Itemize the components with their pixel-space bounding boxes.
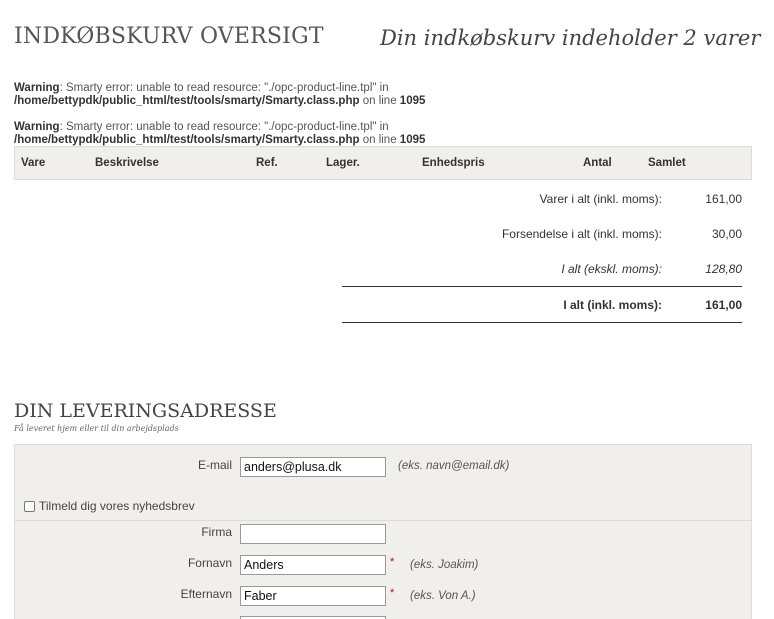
summary-divider: [342, 322, 742, 323]
column-header-samlet: Samlet: [648, 157, 686, 169]
summary-value: 161,00: [705, 192, 742, 206]
column-header-vare: Vare: [21, 157, 46, 169]
newsletter-checkbox[interactable]: [24, 500, 35, 512]
column-header-lager: Lager.: [326, 157, 360, 169]
summary-value: 30,00: [711, 227, 742, 241]
required-marker: *: [390, 556, 395, 568]
company-field[interactable]: [240, 524, 386, 544]
summary-label: I alt (inkl. moms):: [563, 298, 662, 312]
email-label: E-mail: [197, 458, 232, 472]
required-marker: *: [390, 587, 395, 599]
warning-text: : Smarty error: unable to read resource:…: [59, 121, 389, 133]
warning-label: Warning: [14, 121, 60, 133]
delivery-address-subtitle: Få leveret hjem eller til din arbejdspla…: [14, 424, 179, 433]
warning-text: : Smarty error: unable to read resource:…: [59, 82, 389, 94]
summary-label: I alt (ekskl. moms):: [561, 262, 662, 276]
summary-total-incl-vat: I alt (inkl. moms): 161,00: [342, 294, 742, 316]
column-header-beskrivelse: Beskrivelse: [95, 157, 159, 169]
cart-table-header: Vare Beskrivelse Ref. Lager. Enhedspris …: [14, 146, 752, 180]
summary-total-excl-vat: I alt (ekskl. moms): 128,80: [342, 258, 742, 280]
summary-label: Forsendelse i alt (inkl. moms):: [501, 227, 662, 241]
page-title: INDKØBSKURV OVERSIGT: [14, 24, 324, 49]
warning-message: Warning: Smarty error: unable to read re…: [14, 82, 425, 108]
delivery-address-title: DIN LEVERINGSADRESSE: [14, 400, 277, 422]
company-label: Firma: [201, 525, 232, 539]
email-field[interactable]: [240, 457, 386, 477]
cart-count-text: Din indkøbskurv indeholder 2 varer: [380, 26, 761, 50]
last-name-label: Efternavn: [180, 587, 232, 601]
warning-path: /home/bettypdk/public_html/test/tools/sm…: [14, 134, 360, 146]
column-header-antal: Antal: [583, 157, 612, 169]
summary-divider: [342, 286, 742, 287]
summary-value: 128,80: [705, 262, 742, 276]
warning-path: /home/bettypdk/public_html/test/tools/sm…: [14, 95, 360, 107]
newsletter-option[interactable]: Tilmeld dig vores nyhedsbrev: [24, 499, 195, 513]
warning-on-line: on line: [359, 134, 400, 146]
last-name-field[interactable]: [240, 586, 386, 606]
warning-line: 1095: [399, 134, 426, 146]
column-header-enhedspris: Enhedspris: [422, 157, 485, 169]
email-hint: (eks. navn@email.dk): [398, 460, 510, 472]
warning-on-line: on line: [359, 95, 400, 107]
warning-line: 1095: [399, 95, 426, 107]
summary-shipping-total: Forsendelse i alt (inkl. moms): 30,00: [342, 223, 742, 245]
newsletter-label: Tilmeld dig vores nyhedsbrev: [39, 499, 195, 513]
first-name-field[interactable]: [240, 555, 386, 575]
summary-value: 161,00: [705, 298, 742, 312]
summary-products-total: Varer i alt (inkl. moms): 161,00: [342, 188, 742, 210]
warning-message: Warning: Smarty error: unable to read re…: [14, 121, 425, 147]
first-name-label: Fornavn: [187, 556, 232, 570]
last-name-hint: (eks. Von A.): [410, 590, 476, 602]
first-name-hint: (eks. Joakim): [410, 559, 479, 571]
form-divider: [15, 520, 751, 521]
column-header-ref: Ref.: [256, 157, 278, 169]
warning-label: Warning: [14, 82, 60, 94]
summary-label: Varer i alt (inkl. moms):: [539, 192, 662, 206]
